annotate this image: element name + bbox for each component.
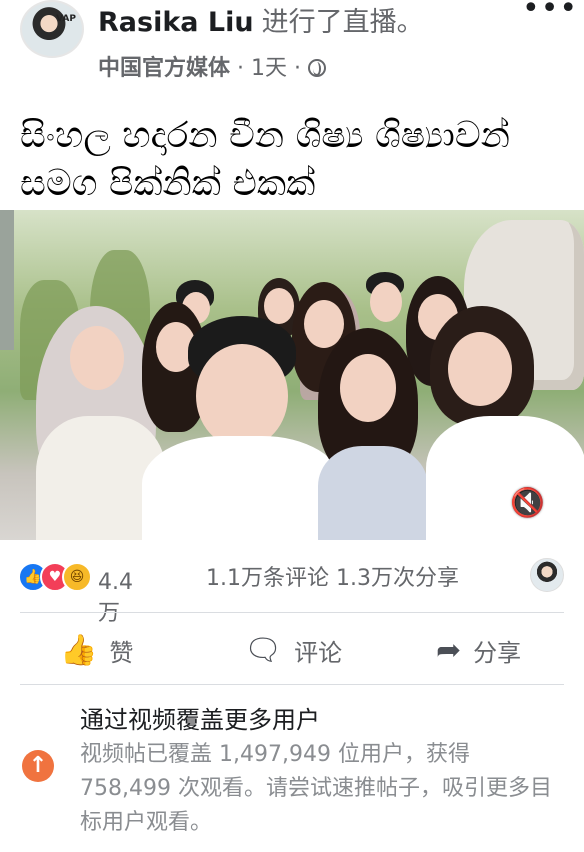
meta-separator: · [294, 56, 302, 81]
globe-icon [308, 59, 327, 77]
author-avatar[interactable]: VAP [20, 0, 84, 58]
boost-promo[interactable]: ↑ 通过视频覆盖更多用户 视频帖已覆盖 1,497,949 位用户，获得 758… [0, 690, 584, 852]
share-label: 分享 [473, 638, 522, 667]
thumbs-up-icon: 👍 [60, 632, 98, 668]
post-time[interactable]: 1天 [251, 56, 287, 81]
boost-description: 视频帖已覆盖 1,497,949 位用户，获得 758,499 次观看。请尝试速… [80, 742, 552, 835]
comment-label: 评论 [294, 638, 343, 667]
author-line: Rasika Liu 进行了直播。 [98, 0, 424, 39]
like-button[interactable]: 👍 赞 [60, 630, 133, 670]
more-options-icon[interactable]: ••• [522, 0, 578, 24]
share-button[interactable]: ➦ 分享 [436, 630, 521, 670]
video-pole [0, 210, 14, 350]
post-action-text: 进行了直播。 [261, 7, 424, 38]
post-actions: 👍 赞 🗨 评论 ➦ 分享 [0, 622, 584, 678]
comment-button[interactable]: 🗨 评论 [244, 630, 342, 670]
video-player[interactable]: 🔇 [0, 210, 584, 540]
author-name[interactable]: Rasika Liu [98, 7, 254, 38]
divider [20, 684, 564, 685]
post-header: VAP Rasika Liu 进行了直播。 中国官方媒体 · 1天 · ••• [0, 0, 584, 96]
speaker-muted-icon[interactable]: 🔇 [510, 486, 545, 520]
share-arrow-icon: ➦ [436, 632, 462, 668]
haha-icon: 😆 [62, 562, 92, 592]
page-name[interactable]: 中国官方媒体 [98, 56, 230, 81]
like-label: 赞 [109, 638, 134, 667]
post-meta: 中国官方媒体 · 1天 · [98, 50, 327, 82]
avatar-tag: VAP [56, 14, 76, 24]
share-count[interactable]: 1.3万次分享 [336, 566, 459, 591]
comment-count[interactable]: 1.1万条评论 [206, 566, 329, 591]
comment-share-counts: 1.1万条评论 1.3万次分享 [206, 560, 459, 592]
post-stats: 👍 ♥ 😆 4.4万 1.1万条评论 1.3万次分享 [0, 552, 584, 626]
viewer-avatar[interactable] [530, 558, 564, 592]
reaction-count: 4.4万 [98, 570, 133, 626]
divider [20, 612, 564, 613]
meta-separator: · [237, 56, 245, 81]
comment-bubble-icon: 🗨 [244, 632, 283, 668]
post-text: සිංහල හදාරන චීන ශිෂ්‍ය ශිෂ්‍යාවන් සමග පි… [20, 115, 510, 204]
arrow-up-icon: ↑ [22, 750, 54, 782]
boost-title: 通过视频覆盖更多用户 [80, 706, 320, 734]
